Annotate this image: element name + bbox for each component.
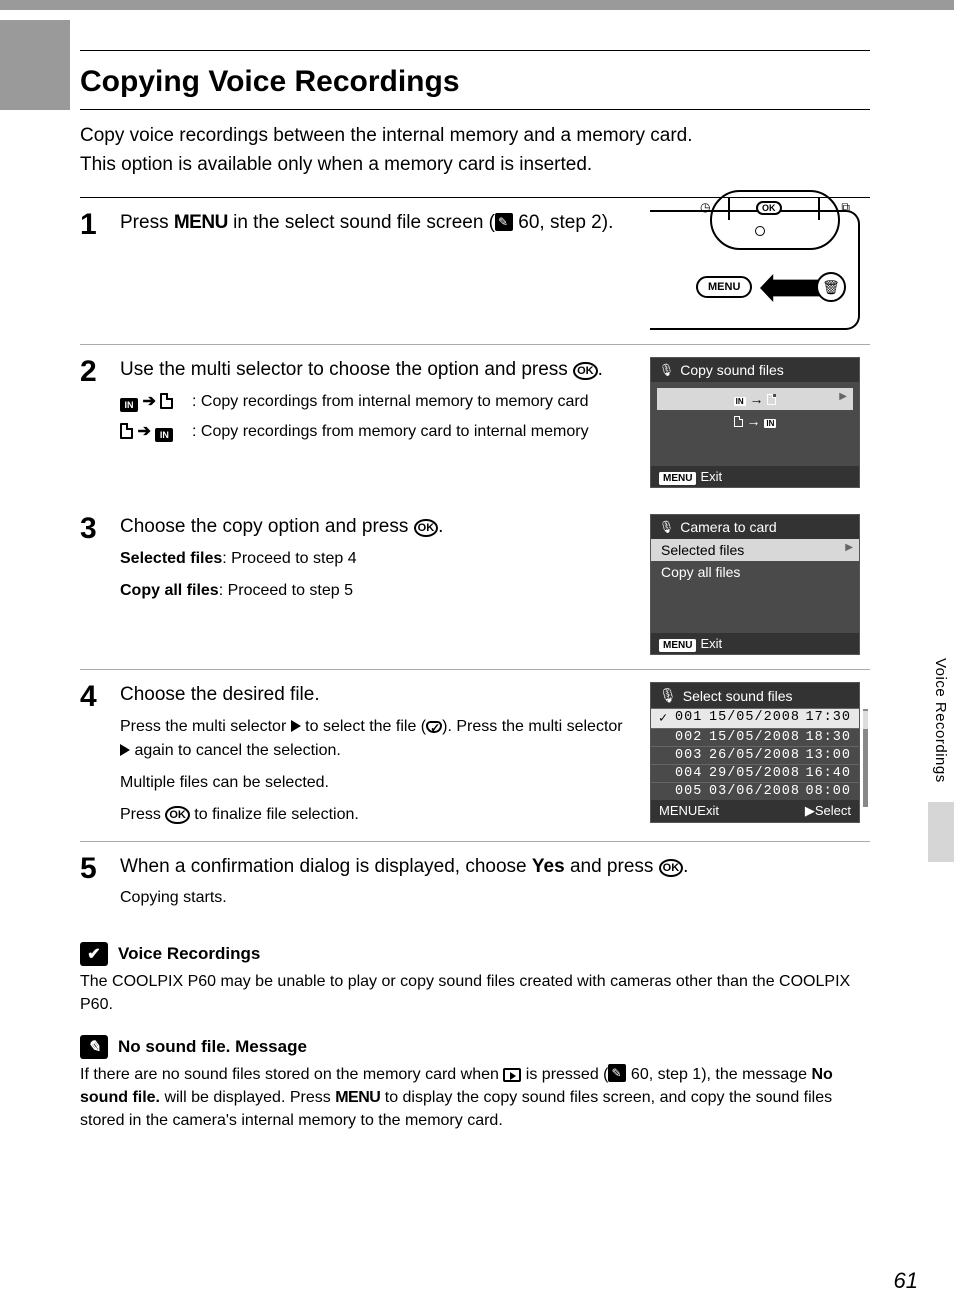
file-list-row: ✓00115/05/200817:30 — [651, 708, 859, 728]
step-1-figure: OK ◷ ⧉ MENU 🗑 — [650, 210, 870, 330]
step-3-number: 3 — [80, 514, 120, 655]
sd-card-icon — [160, 393, 173, 409]
caution-icon: ✔ — [80, 942, 108, 966]
note-icon: ✎ — [80, 1035, 108, 1059]
menu-glyph: MENU — [335, 1089, 380, 1106]
ok-icon: OK — [573, 362, 598, 380]
lcd-title: Select sound files — [683, 688, 793, 704]
step-5-body: When a confirmation dialog is displayed,… — [120, 854, 870, 911]
arrow-to-menu-icon — [760, 274, 820, 302]
file-list-row: 00326/05/200813:00 — [651, 746, 859, 764]
lcd-title: Copy sound files — [680, 362, 784, 378]
side-tab-label: Voice Recordings — [928, 648, 949, 783]
trash-button-diagram: 🗑 — [816, 272, 846, 302]
step-1-body: Press MENU in the select sound file scre… — [120, 210, 636, 330]
step-1-number: 1 — [80, 210, 120, 330]
step-5: 5 When a confirmation dialog is displaye… — [80, 842, 870, 925]
internal-memory-icon: IN — [155, 428, 173, 442]
sd-card-icon — [120, 423, 133, 439]
scrollbar — [863, 709, 868, 807]
timer-icon: ◷ — [700, 200, 710, 214]
voice-icon: 🎙 — [659, 363, 674, 377]
menu-glyph-lcd: MENU — [659, 639, 696, 652]
lcd-select-action: ▶Select — [805, 803, 851, 819]
step-2: 2 Use the multi selector to choose the o… — [80, 345, 870, 502]
step-1: 1 Press MENU in the select sound file sc… — [80, 198, 870, 344]
exposure-comp-icon: ⧉ — [841, 200, 850, 215]
rule-under-title — [80, 109, 870, 110]
page-gutter — [0, 20, 70, 110]
file-list-row: 00429/05/200816:40 — [651, 764, 859, 782]
ok-icon: OK — [659, 859, 684, 877]
lcd-option-in-to-card: IN → — [657, 388, 853, 410]
side-tab: Voice Recordings — [928, 648, 954, 838]
page-ref-icon — [495, 213, 513, 231]
note-body: The COOLPIX P60 may be unable to play or… — [80, 970, 870, 1016]
right-triangle-icon — [291, 720, 301, 732]
menu-glyph: MENU — [174, 212, 228, 233]
menu-glyph-lcd: MENU — [659, 472, 696, 485]
step-3-body: Choose the copy option and press OK. Sel… — [120, 514, 636, 655]
ok-icon: OK — [165, 806, 190, 824]
step-2-lcd: 🎙Copy sound files IN → → IN MENUExit — [650, 357, 870, 488]
file-list-row: 00215/05/200818:30 — [651, 728, 859, 746]
step-4: 4 Choose the desired file. Press the mul… — [80, 670, 870, 841]
checkmark-icon — [426, 721, 442, 733]
step-3-lcd: 🎙 Camera to card Selected files Copy all … — [650, 514, 870, 655]
step-2-option-1: IN ➔ : Copy recordings from internal mem… — [120, 390, 636, 414]
lcd-title: Camera to card — [680, 519, 776, 535]
step-2-number: 2 — [80, 357, 120, 488]
camera-back-diagram: OK ◷ ⧉ MENU 🗑 — [650, 210, 860, 330]
step-4-body: Choose the desired file. Press the multi… — [120, 682, 636, 827]
page-ref-icon — [608, 1064, 626, 1082]
ok-button-diagram: OK — [756, 201, 782, 215]
note-title: Voice Recordings — [118, 944, 260, 964]
page-title: Copying Voice Recordings — [80, 65, 870, 99]
internal-memory-icon: IN — [120, 398, 138, 412]
step-5-number: 5 — [80, 854, 120, 911]
note-body: If there are no sound files stored on th… — [80, 1063, 870, 1133]
step-2-body: Use the multi selector to choose the opt… — [120, 357, 636, 488]
menu-glyph-lcd: MENU — [659, 803, 697, 818]
file-list-row: 00503/06/200808:00 — [651, 782, 859, 800]
lcd-option-copy-all: Copy all files — [651, 561, 859, 583]
right-triangle-icon — [120, 744, 130, 756]
step-3: 3 Choose the copy option and press OK. S… — [80, 502, 870, 669]
step-4-lcd: 🎙Select sound files ✓00115/05/200817:300… — [650, 682, 870, 827]
rule-top — [80, 50, 870, 51]
step-4-number: 4 — [80, 682, 120, 827]
intro-text: Copy voice recordings between the intern… — [80, 122, 870, 179]
note-no-sound-file: ✎ No sound file. Message If there are no… — [80, 1035, 870, 1133]
note-title: No sound file. Message — [118, 1037, 307, 1057]
ok-icon: OK — [414, 519, 439, 537]
page-number: 61 — [894, 1268, 918, 1294]
voice-icon: 🎙 — [659, 687, 677, 704]
lcd-option-card-to-in: → IN — [657, 410, 853, 432]
menu-button-diagram: MENU — [696, 276, 752, 298]
step-2-option-2: ➔ IN : Copy recordings from memory card … — [120, 420, 636, 444]
note-voice-recordings: ✔ Voice Recordings The COOLPIX P60 may b… — [80, 942, 870, 1016]
voice-icon: 🎙 — [659, 520, 674, 534]
side-tab-block — [928, 802, 954, 862]
playback-icon — [503, 1068, 521, 1082]
lcd-option-selected-files: Selected files — [651, 539, 859, 561]
